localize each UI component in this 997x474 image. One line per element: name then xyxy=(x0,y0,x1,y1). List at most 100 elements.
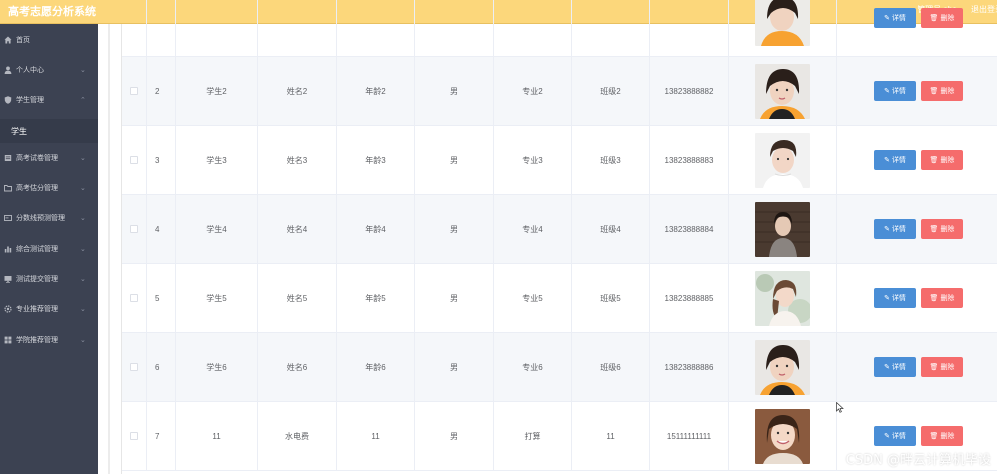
phone-cell xyxy=(650,0,729,56)
edit-icon: ✎ xyxy=(884,15,890,22)
index-cell xyxy=(147,0,176,56)
detail-button[interactable]: ✎ 详情 xyxy=(874,81,916,101)
name-cell xyxy=(258,0,337,56)
row-checkbox[interactable] xyxy=(130,363,138,371)
actions-cell: ✎ 详情 🗑 删除 xyxy=(837,57,997,125)
student-no-cell: 11 xyxy=(176,402,258,470)
chevron-up-icon: ⌃ xyxy=(80,97,86,104)
sidebar-item-label: 学院推荐管理 xyxy=(16,337,58,344)
sidebar-subitem-student[interactable]: 学生 xyxy=(0,119,98,143)
trash-icon: 🗑 xyxy=(929,364,939,371)
edit-icon: ✎ xyxy=(884,433,890,440)
mouse-cursor-icon xyxy=(836,401,844,413)
delete-button[interactable]: 🗑 删除 xyxy=(921,288,963,308)
student-photo xyxy=(755,0,810,46)
chevron-down-icon: ⌄ xyxy=(80,306,86,313)
edit-icon: ✎ xyxy=(884,157,890,164)
sidebar-item-label: 高考估分管理 xyxy=(16,185,58,192)
photo-cell xyxy=(729,333,837,401)
row-select-cell xyxy=(122,195,147,263)
student-no-cell xyxy=(176,0,258,56)
sex-cell xyxy=(415,0,494,56)
table-row: 6 学生6 姓名6 年龄6 男 专业6 班级6 13823888886 ✎ 详情 … xyxy=(122,333,997,402)
sidebar-item-label: 首页 xyxy=(16,37,30,44)
sidebar-item-label: 综合测试管理 xyxy=(16,246,58,253)
detail-button[interactable]: ✎ 详情 xyxy=(874,288,916,308)
row-checkbox[interactable] xyxy=(130,156,138,164)
student-photo xyxy=(755,339,810,395)
table-row: 5 学生5 姓名5 年龄5 男 专业5 班级5 13823888885 ✎ 详情 … xyxy=(122,264,997,333)
delete-button[interactable]: 🗑 删除 xyxy=(921,219,963,239)
delete-button[interactable]: 🗑 删除 xyxy=(921,426,963,446)
delete-button[interactable]: 🗑 删除 xyxy=(921,357,963,377)
gear-icon xyxy=(4,305,12,313)
sidebar-menu: 首页 个人中心 ⌄ 学生管理 ⌃ 学生 高考试卷管理 ⌄ 高考估分管理 ⌄ 分数… xyxy=(0,24,98,474)
index-cell: 2 xyxy=(147,57,176,125)
photo-cell xyxy=(729,264,837,332)
age-cell xyxy=(337,0,415,56)
detail-button[interactable]: ✎ 详情 xyxy=(874,219,916,239)
row-checkbox[interactable] xyxy=(130,87,138,95)
row-select-cell xyxy=(122,126,147,194)
student-photo xyxy=(755,270,810,326)
phone-cell: 13823888883 xyxy=(650,126,729,194)
delete-button[interactable]: 🗑 删除 xyxy=(921,81,963,101)
index-cell: 6 xyxy=(147,333,176,401)
student-no-cell: 学生3 xyxy=(176,126,258,194)
student-no-cell: 学生5 xyxy=(176,264,258,332)
sidebar-item-score-line-prediction[interactable]: 分数线预测管理 ⌄ xyxy=(0,203,98,233)
row-checkbox[interactable] xyxy=(130,432,138,440)
index-cell: 3 xyxy=(147,126,176,194)
sidebar-item-comprehensive-test[interactable]: 综合测试管理 ⌄ xyxy=(0,234,98,264)
class-cell: 班级2 xyxy=(572,57,650,125)
sidebar-item-score-estimate[interactable]: 高考估分管理 ⌄ xyxy=(0,173,98,203)
sex-cell: 男 xyxy=(415,195,494,263)
trash-icon: 🗑 xyxy=(929,226,939,233)
index-cell: 5 xyxy=(147,264,176,332)
trash-icon: 🗑 xyxy=(929,157,939,164)
phone-cell: 13823888885 xyxy=(650,264,729,332)
sidebar-item-college-recommend[interactable]: 学院推荐管理 ⌄ xyxy=(0,325,98,355)
trash-icon: 🗑 xyxy=(929,295,939,302)
detail-button[interactable]: ✎ 详情 xyxy=(874,357,916,377)
sidebar-item-test-submission[interactable]: 测试提交管理 ⌄ xyxy=(0,264,98,294)
actions-cell: ✎ 详情 🗑 删除 xyxy=(837,195,997,263)
detail-button[interactable]: ✎ 详情 xyxy=(874,150,916,170)
sidebar-item-exam-paper[interactable]: 高考试卷管理 ⌄ xyxy=(0,143,98,173)
edit-icon: ✎ xyxy=(884,88,890,95)
detail-button[interactable]: ✎ 详情 xyxy=(874,426,916,446)
index-cell: 7 xyxy=(147,402,176,470)
vertical-scrollbar[interactable] xyxy=(108,24,110,474)
student-photo xyxy=(755,63,810,119)
detail-button[interactable]: ✎ 详情 xyxy=(874,8,916,28)
student-no-cell: 学生4 xyxy=(176,195,258,263)
user-icon xyxy=(4,66,12,74)
chevron-down-icon: ⌄ xyxy=(80,185,86,192)
sidebar-item-home[interactable]: 首页 xyxy=(0,25,98,55)
trash-icon: 🗑 xyxy=(929,15,939,22)
sidebar-item-major-recommend[interactable]: 专业推荐管理 ⌄ xyxy=(0,294,98,324)
delete-button[interactable]: 🗑 删除 xyxy=(921,8,963,28)
edit-icon: ✎ xyxy=(884,226,890,233)
major-cell: 专业6 xyxy=(494,333,572,401)
row-select-cell xyxy=(122,402,147,470)
name-cell: 姓名4 xyxy=(258,195,337,263)
delete-button[interactable]: 🗑 删除 xyxy=(921,150,963,170)
table-row: 3 学生3 姓名3 年龄3 男 专业3 班级3 13823888883 ✎ 详情 … xyxy=(122,126,997,195)
class-cell: 班级3 xyxy=(572,126,650,194)
sex-cell: 男 xyxy=(415,333,494,401)
edit-icon: ✎ xyxy=(884,364,890,371)
table-row: 2 学生2 姓名2 年龄2 男 专业2 班级2 13823888882 ✎ 详情 … xyxy=(122,57,997,126)
row-checkbox[interactable] xyxy=(130,225,138,233)
phone-cell: 15111111111 xyxy=(650,402,729,470)
class-cell: 班级6 xyxy=(572,333,650,401)
sidebar-item-personal-center[interactable]: 个人中心 ⌄ xyxy=(0,55,98,85)
row-checkbox[interactable] xyxy=(130,294,138,302)
sidebar-item-student-management[interactable]: 学生管理 ⌃ xyxy=(0,85,98,115)
sidebar-item-label: 学生管理 xyxy=(16,97,44,104)
sex-cell: 男 xyxy=(415,126,494,194)
student-photo xyxy=(755,408,810,464)
chevron-down-icon: ⌄ xyxy=(80,276,86,283)
sidebar-item-label: 分数线预测管理 xyxy=(16,215,65,222)
major-cell: 专业4 xyxy=(494,195,572,263)
